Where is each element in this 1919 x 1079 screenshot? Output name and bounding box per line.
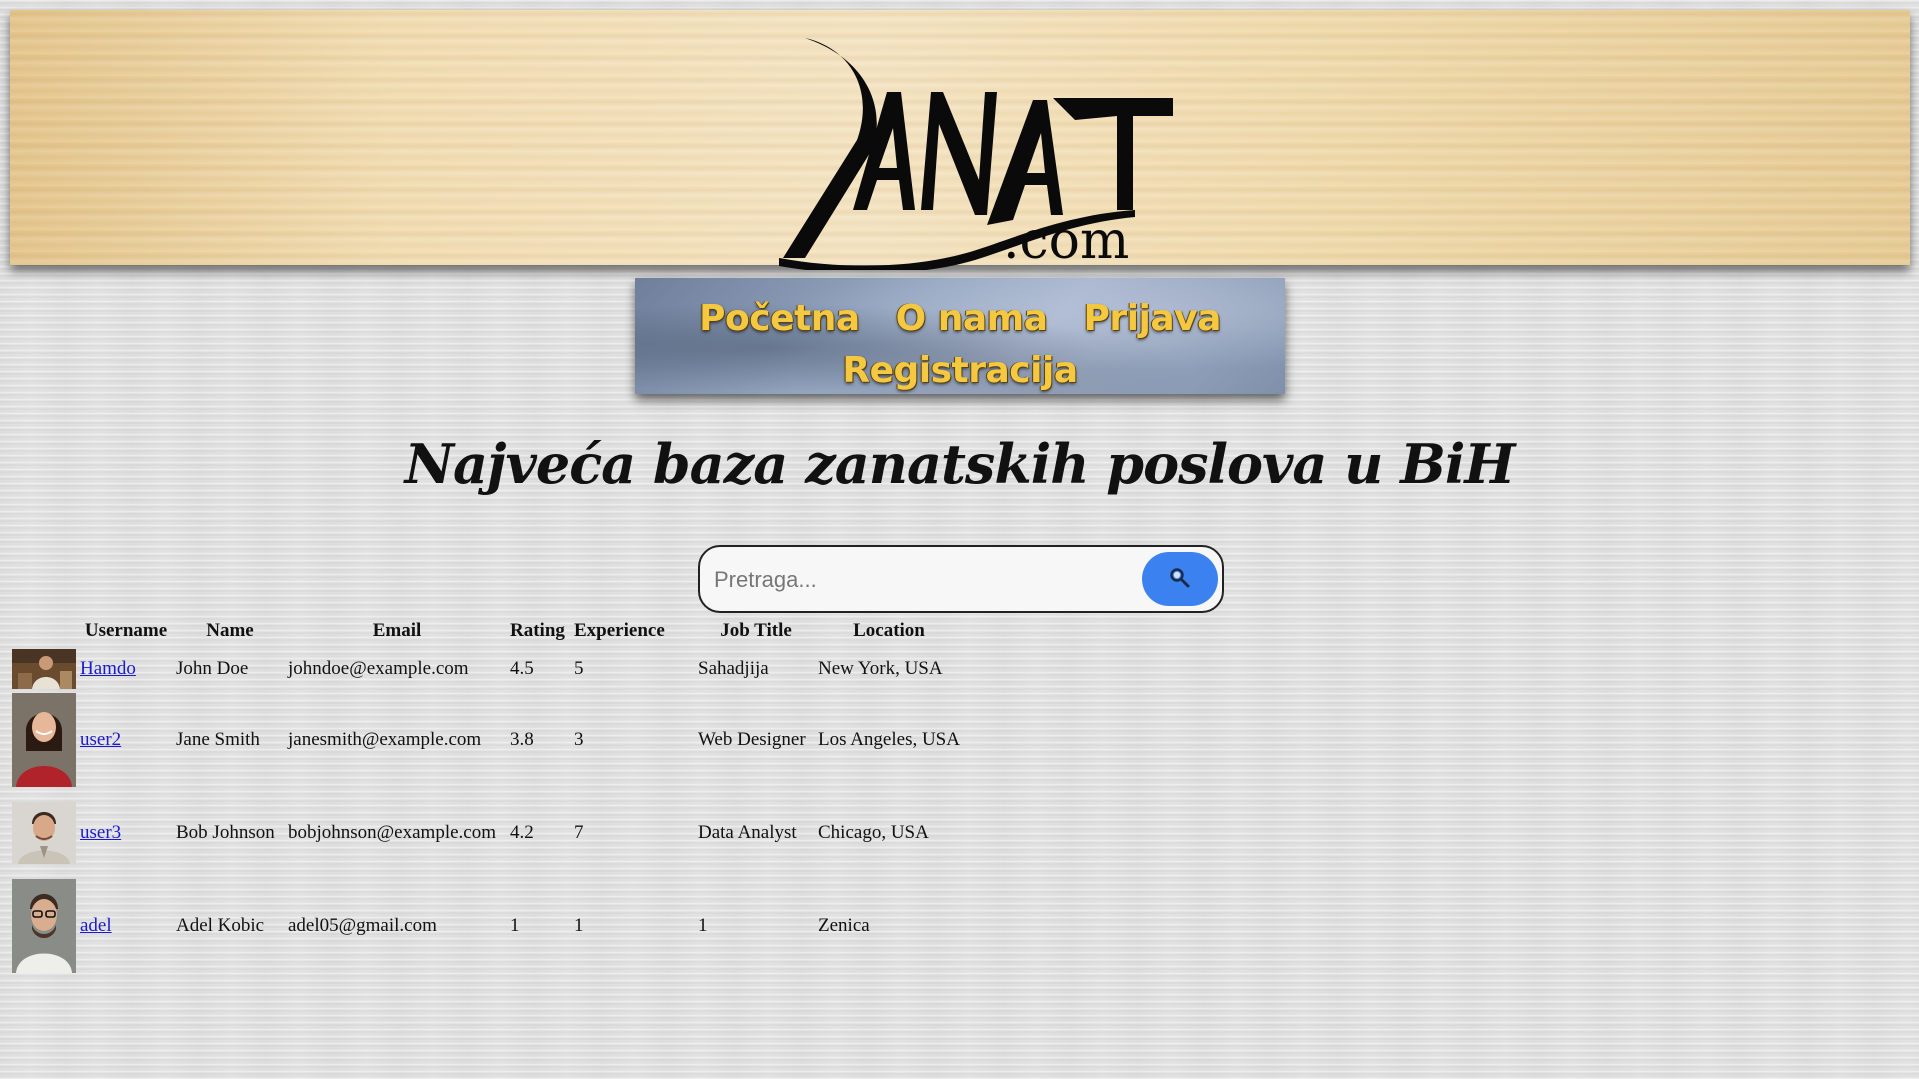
name-cell: Adel Kobic [176,915,265,936]
job-title-cell: Sahadjija [698,658,769,679]
job-title-cell: 1 [698,915,708,936]
column-header-location: Location [853,620,925,641]
avatar-cell [10,647,78,691]
rating-cell: 4.2 [510,822,534,843]
avatar-cell [10,877,78,975]
name-cell: Bob Johnson [176,822,275,843]
rating-cell: 4.5 [510,658,534,679]
nav-row: Početna O nama Prijava [635,278,1285,344]
search-bar [698,545,1224,613]
main-navigation: Početna O nama Prijava Registracija [635,278,1285,394]
username-link[interactable]: user3 [80,822,121,843]
avatar-header [10,615,78,647]
header-banner: .com [10,10,1910,270]
avatar-cell [10,691,78,789]
avatar [12,879,76,973]
username-link[interactable]: Hamdo [80,658,136,679]
nav-link-prijava[interactable]: Prijava [1084,294,1222,344]
rating-cell: 1 [510,915,520,936]
job-title-cell: Web Designer [698,729,806,750]
table-row: user3 Bob Johnson bobjohnson@example.com… [10,789,962,877]
column-header-rating: Rating [510,620,565,641]
email-cell: adel05@gmail.com [288,915,437,936]
column-header-email: Email [372,620,422,641]
site-logo[interactable]: .com [765,20,1175,270]
nav-row: Registracija [635,344,1285,396]
name-cell: Jane Smith [176,729,260,750]
location-cell: Zenica [818,915,870,936]
avatar [12,802,76,864]
job-title-cell: Data Analyst [698,822,797,843]
svg-text:.com: .com [1003,211,1129,270]
experience-cell: 7 [574,822,584,843]
email-cell: janesmith@example.com [288,729,482,750]
username-link[interactable]: adel [80,915,112,936]
experience-cell: 1 [574,915,584,936]
nav-link-registracija[interactable]: Registracija [842,346,1078,396]
table-header-row: Username Name Email Rating Experience Jo… [10,615,962,647]
location-cell: Chicago, USA [818,822,929,843]
location-cell: Los Angeles, USA [818,729,960,750]
avatar [12,693,76,787]
page-title: Najveća baza zanatskih poslova u BiH [404,432,1516,496]
table-row: adel Adel Kobic adel05@gmail.com 1 1 1 Z… [10,877,962,975]
username-link[interactable]: user2 [80,729,121,750]
search-input[interactable] [712,557,1136,603]
search-button[interactable] [1142,552,1218,606]
experience-cell: 3 [574,729,584,750]
email-cell: bobjohnson@example.com [288,822,496,843]
users-table: Username Name Email Rating Experience Jo… [10,615,962,975]
name-cell: John Doe [176,658,249,679]
location-cell: New York, USA [818,658,943,679]
table-row: Hamdo John Doe johndoe@example.com 4.5 5… [10,647,962,691]
experience-cell: 5 [574,658,584,679]
search-icon [1169,567,1191,592]
rating-cell: 3.8 [510,729,534,750]
column-header-name: Name [206,620,254,641]
column-header-experience: Experience [574,620,665,641]
table-row: user2 Jane Smith janesmith@example.com 3… [10,691,962,789]
email-cell: johndoe@example.com [288,658,469,679]
column-header-job-title: Job Title [720,620,792,641]
nav-link-pocetna[interactable]: Početna [699,294,860,344]
nav-link-o-nama[interactable]: O nama [896,294,1048,344]
column-header-username: Username [84,620,168,641]
avatar-cell [10,789,78,877]
avatar [12,649,76,689]
